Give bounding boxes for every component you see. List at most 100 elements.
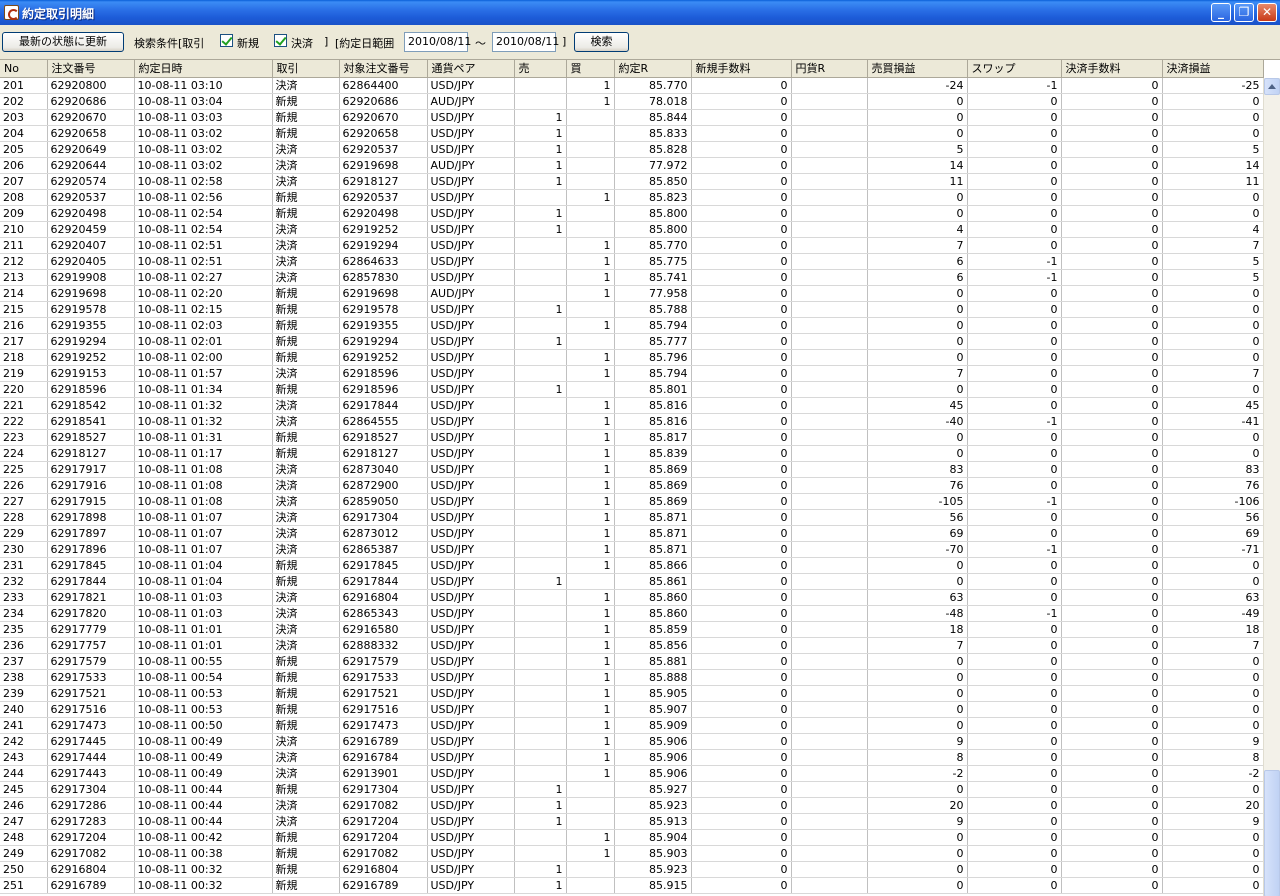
table-row[interactable]: 216 62919355 10-08-11 02:03 新規 62919355 USD/J… [0,317,1264,334]
cell-settle-pl: 0 [1162,125,1264,142]
cell-swap: 0 [967,621,1062,638]
date-from-field[interactable]: 2010/08/11 [404,32,471,52]
table-row[interactable]: 214 62919698 10-08-11 02:20 新規 62919698 AUD/J… [0,285,1264,302]
table-row[interactable]: 201 62920800 10-08-11 03:10 決済 62864400 USD/J… [0,77,1264,94]
table-row[interactable]: 247 62917283 10-08-11 00:44 決済 62917204 USD/J… [0,813,1264,830]
table-row[interactable]: 234 62917820 10-08-11 01:03 決済 62865343 USD/J… [0,605,1264,622]
table-row[interactable]: 212 62920405 10-08-11 02:51 決済 62864633 USD/J… [0,253,1264,270]
settle-checkbox[interactable] [274,34,287,47]
cell-settle-pl: -49 [1162,605,1264,622]
table-row[interactable]: 250 62916804 10-08-11 00:32 新規 62916804 USD/J… [0,861,1264,878]
table-row[interactable]: 223 62918527 10-08-11 01:31 新規 62918527 USD/J… [0,429,1264,446]
table-row[interactable]: 235 62917779 10-08-11 01:01 決済 62916580 USD/J… [0,621,1264,638]
table-row[interactable]: 248 62917204 10-08-11 00:42 新規 62917204 USD/J… [0,829,1264,846]
table-row[interactable]: 206 62920644 10-08-11 03:02 決済 62919698 AUD/J… [0,157,1264,174]
scroll-up-icon[interactable] [1264,78,1280,95]
table-row[interactable]: 251 62916789 10-08-11 00:32 新規 62916789 USD/J… [0,877,1264,894]
cell-target-order: 62920670 [339,109,428,126]
cell-currency-pair: USD/JPY [427,397,515,414]
minimize-button[interactable]: _ [1211,3,1231,22]
cell-swap: 0 [967,733,1062,750]
table-row[interactable]: 204 62920658 10-08-11 03:02 新規 62920658 USD/J… [0,125,1264,142]
column-header-new-fee[interactable]: 新規手数料 [691,60,792,78]
new-checkbox[interactable] [220,34,233,47]
column-header-sell[interactable]: 売 [514,60,567,78]
table-row[interactable]: 226 62917916 10-08-11 01:08 決済 62872900 USD/J… [0,477,1264,494]
table-row[interactable]: 242 62917445 10-08-11 00:49 決済 62916789 USD/J… [0,733,1264,750]
cell-trade-type: 新規 [272,573,340,590]
table-row[interactable]: 240 62917516 10-08-11 00:53 新規 62917516 USD/J… [0,701,1264,718]
cell-exec-rate: 85.888 [614,669,692,686]
search-button[interactable]: 検索 [574,32,629,52]
maximize-button[interactable]: ❐ [1234,3,1254,22]
table-row[interactable]: 207 62920574 10-08-11 02:58 決済 62918127 USD/J… [0,173,1264,190]
column-header-exec-datetime[interactable]: 約定日時 [134,60,273,78]
table-row[interactable]: 209 62920498 10-08-11 02:54 新規 62920498 USD/J… [0,205,1264,222]
vertical-scrollbar[interactable] [1263,78,1280,896]
column-header-trade-type[interactable]: 取引 [272,60,340,78]
table-row[interactable]: 249 62917082 10-08-11 00:38 新規 62917082 USD/J… [0,845,1264,862]
scroll-thumb[interactable] [1264,770,1280,896]
table-row[interactable]: 245 62917304 10-08-11 00:44 新規 62917304 USD/J… [0,781,1264,798]
cell-new-fee: 0 [691,669,792,686]
table-row[interactable]: 203 62920670 10-08-11 03:03 新規 62920670 USD/J… [0,109,1264,126]
table-row[interactable]: 215 62919578 10-08-11 02:15 新規 62919578 USD/J… [0,301,1264,318]
cell-trade-pl: 18 [867,621,968,638]
table-row[interactable]: 238 62917533 10-08-11 00:54 新規 62917533 USD/J… [0,669,1264,686]
table-row[interactable]: 225 62917917 10-08-11 01:08 決済 62873040 USD/J… [0,461,1264,478]
table-row[interactable]: 205 62920649 10-08-11 03:02 決済 62920537 USD/J… [0,141,1264,158]
table-row[interactable]: 231 62917845 10-08-11 01:04 新規 62917845 USD/J… [0,557,1264,574]
title-bar[interactable]: 約定取引明細 _ ❐ ✕ [0,0,1280,25]
table-row[interactable]: 202 62920686 10-08-11 03:04 新規 62920686 AUD/J… [0,93,1264,110]
table-row[interactable]: 221 62918542 10-08-11 01:32 決済 62917844 USD/J… [0,397,1264,414]
column-header-settle-fee[interactable]: 決済手数料 [1061,60,1163,78]
table-row[interactable]: 220 62918596 10-08-11 01:34 新規 62918596 USD/J… [0,381,1264,398]
column-header-buy[interactable]: 買 [566,60,615,78]
cell-settle-pl: -71 [1162,541,1264,558]
table-row[interactable]: 243 62917444 10-08-11 00:49 決済 62916784 USD/J… [0,749,1264,766]
column-header-no[interactable]: No [0,60,48,78]
cell-swap: 0 [967,829,1062,846]
table-row[interactable]: 239 62917521 10-08-11 00:53 新規 62917521 USD/J… [0,685,1264,702]
date-to-field[interactable]: 2010/08/11 [492,32,559,52]
table-row[interactable]: 232 62917844 10-08-11 01:04 新規 62917844 USD/J… [0,573,1264,590]
table-row[interactable]: 218 62919252 10-08-11 02:00 新規 62919252 USD/J… [0,349,1264,366]
column-header-swap[interactable]: スワップ [967,60,1062,78]
cell-buy: 1 [566,685,615,702]
column-header-settle-pl[interactable]: 決済損益 [1162,60,1264,78]
table-row[interactable]: 241 62917473 10-08-11 00:50 新規 62917473 USD/J… [0,717,1264,734]
table-row[interactable]: 219 62919153 10-08-11 01:57 決済 62918596 USD/J… [0,365,1264,382]
table-row[interactable]: 217 62919294 10-08-11 02:01 新規 62919294 USD/J… [0,333,1264,350]
column-header-exec-rate[interactable]: 約定R [614,60,692,78]
refresh-button[interactable]: 最新の状態に更新 [2,32,124,52]
cell-new-fee: 0 [691,269,792,286]
table-row[interactable]: 228 62917898 10-08-11 01:07 決済 62917304 USD/J… [0,509,1264,526]
cell-exec-datetime: 10-08-11 02:56 [134,189,273,206]
table-row[interactable]: 210 62920459 10-08-11 02:54 決済 62919252 USD/J… [0,221,1264,238]
table-row[interactable]: 224 62918127 10-08-11 01:17 新規 62918127 USD/J… [0,445,1264,462]
column-header-order-number[interactable]: 注文番号 [47,60,135,78]
table-row[interactable]: 213 62919908 10-08-11 02:27 決済 62857830 USD/J… [0,269,1264,286]
column-header-yen-rate[interactable]: 円貨R [791,60,868,78]
table-row[interactable]: 208 62920537 10-08-11 02:56 新規 62920537 USD/J… [0,189,1264,206]
close-button[interactable]: ✕ [1257,3,1277,22]
column-header-target-order[interactable]: 対象注文番号 [339,60,428,78]
table-row[interactable]: 227 62917915 10-08-11 01:08 決済 62859050 USD/J… [0,493,1264,510]
cell-settle-fee: 0 [1061,109,1163,126]
table-row[interactable]: 236 62917757 10-08-11 01:01 決済 62888332 USD/J… [0,637,1264,654]
table-row[interactable]: 246 62917286 10-08-11 00:44 決済 62917082 USD/J… [0,797,1264,814]
cell-trade-type: 決済 [272,461,340,478]
column-header-trade-pl[interactable]: 売買損益 [867,60,968,78]
cell-yen-rate [791,285,868,302]
table-row[interactable]: 222 62918541 10-08-11 01:32 決済 62864555 USD/J… [0,413,1264,430]
table-row[interactable]: 230 62917896 10-08-11 01:07 決済 62865387 USD/J… [0,541,1264,558]
cell-target-order: 62872900 [339,477,428,494]
table-row[interactable]: 233 62917821 10-08-11 01:03 決済 62916804 USD/J… [0,589,1264,606]
cell-swap: 0 [967,317,1062,334]
cell-trade-type: 新規 [272,557,340,574]
table-row[interactable]: 244 62917443 10-08-11 00:49 決済 62913901 USD/J… [0,765,1264,782]
table-row[interactable]: 237 62917579 10-08-11 00:55 新規 62917579 USD/J… [0,653,1264,670]
table-row[interactable]: 211 62920407 10-08-11 02:51 決済 62919294 USD/J… [0,237,1264,254]
column-header-currency-pair[interactable]: 通貨ペア [427,60,515,78]
table-row[interactable]: 229 62917897 10-08-11 01:07 決済 62873012 USD/J… [0,525,1264,542]
